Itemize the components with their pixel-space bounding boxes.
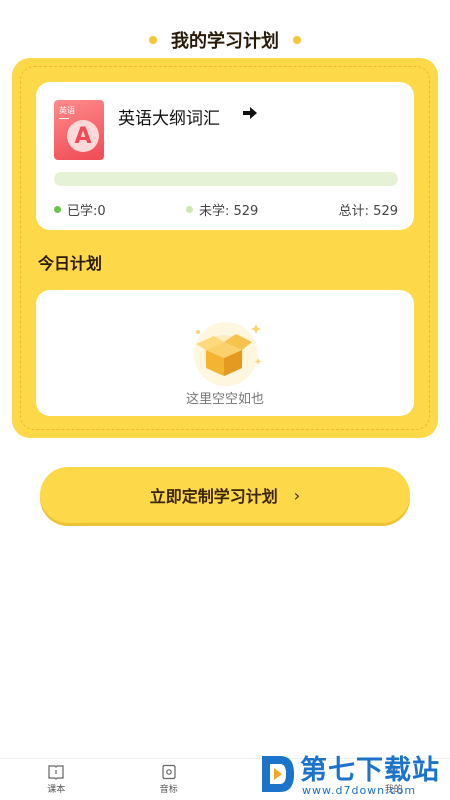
empty-box-icon bbox=[194, 322, 262, 386]
stat-unlearned: 未学: 529 bbox=[186, 200, 258, 219]
customize-plan-label: 立即定制学习计划 bbox=[149, 487, 278, 506]
chevron-right-icon: › bbox=[293, 485, 301, 505]
unlearned-dot-icon bbox=[186, 206, 193, 213]
stat-total-label: 总计: 529 bbox=[338, 204, 398, 219]
book-stats: 已学:0 未学: 529 总计: 529 bbox=[54, 200, 398, 219]
tab-textbook[interactable]: 课本 bbox=[0, 759, 113, 800]
watermark-text: 第七下载站 bbox=[300, 755, 440, 786]
page-title: 我的学习计划 bbox=[171, 31, 279, 52]
book-cover-label: 英语 bbox=[59, 106, 75, 115]
tab-phonetic-label: 音标 bbox=[159, 785, 178, 795]
phonetic-icon bbox=[162, 764, 176, 780]
book-icon bbox=[48, 765, 64, 780]
learned-dot-icon bbox=[54, 206, 61, 213]
stat-learned: 已学:0 bbox=[54, 200, 106, 219]
customize-plan-button[interactable]: 立即定制学习计划 › bbox=[40, 467, 410, 523]
title-dot-right bbox=[293, 36, 301, 44]
book-cover: 英语 A bbox=[54, 100, 104, 160]
empty-state-text: 这里空空如也 bbox=[185, 392, 264, 407]
book-cover-letter: A bbox=[67, 120, 99, 152]
learning-progress-bar bbox=[54, 172, 398, 186]
stat-total: 总计: 529 bbox=[339, 200, 398, 219]
today-plan-title: 今日计划 bbox=[38, 254, 103, 273]
book-card[interactable]: 英语 A 英语大纲词汇 已学:0 未学: 529 总计: 529 bbox=[36, 82, 414, 230]
stat-learned-label: 已学:0 bbox=[67, 204, 106, 219]
site-watermark: 第七下载站 www.d7down.com bbox=[252, 748, 450, 800]
book-name[interactable]: 英语大纲词汇 bbox=[118, 104, 220, 129]
watermark-logo-icon bbox=[262, 756, 294, 792]
book-cover-line bbox=[59, 118, 69, 119]
today-plan-card: 这里空空如也 bbox=[36, 290, 414, 416]
stat-unlearned-label: 未学: 529 bbox=[199, 204, 259, 219]
tab-phonetic[interactable]: 音标 bbox=[113, 759, 226, 800]
tab-textbook-label: 课本 bbox=[47, 785, 66, 795]
arrow-right-icon[interactable] bbox=[242, 105, 258, 121]
page-header: 我的学习计划 bbox=[0, 22, 450, 58]
watermark-url: www.d7down.com bbox=[302, 784, 417, 797]
title-dot-left bbox=[149, 36, 157, 44]
